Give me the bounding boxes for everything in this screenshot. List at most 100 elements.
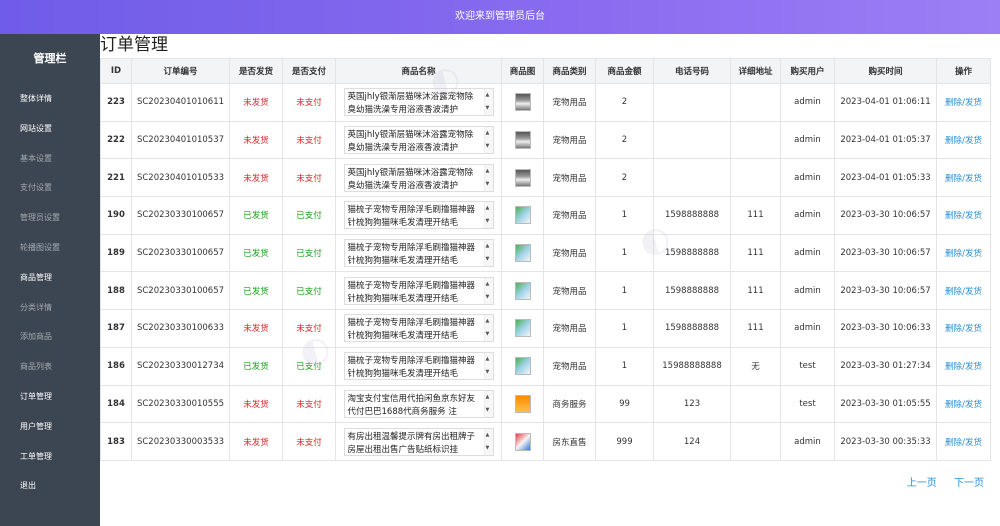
order-id: 222 xyxy=(100,120,132,160)
sidebar-item[interactable]: 支付设置 xyxy=(0,173,100,203)
top-header: 欢迎来到管理员后台 xyxy=(0,0,1000,34)
phone-number: 1598888888 xyxy=(653,271,731,311)
ship-link[interactable]: 发货 xyxy=(965,98,982,108)
product-category: 宠物用品 xyxy=(543,233,596,273)
table-header-row: ID 订单编号 是否发货 是否支付 商品名称 商品图 商品类别 商品金额 电话号码 详细地址 购买用… xyxy=(100,58,991,84)
product-category: 宠物用品 xyxy=(543,120,596,160)
order-id: 223 xyxy=(100,83,132,122)
delete-link[interactable]: 删除 xyxy=(945,136,962,146)
address xyxy=(730,422,781,461)
textarea-scrollbar[interactable] xyxy=(483,240,493,267)
product-category: 房东直售 xyxy=(543,422,596,461)
delete-link[interactable]: 删除 xyxy=(945,174,962,184)
column-header: 是否支付 xyxy=(282,58,336,84)
delete-link[interactable]: 删除 xyxy=(945,438,962,448)
ship-link[interactable]: 发货 xyxy=(965,136,982,146)
product-name-textarea[interactable]: 英国jhly银渐层猫咪沐浴露宠物除臭幼猫洗澡专用浴液香波清护 xyxy=(343,88,494,117)
textarea-scrollbar[interactable] xyxy=(483,202,493,229)
prev-page-link[interactable]: 上一页 xyxy=(907,478,937,489)
purchase-time: 2023-03-30 10:06:33 xyxy=(834,309,937,348)
sidebar-item[interactable]: 订单管理 xyxy=(0,382,100,412)
product-amount: 1 xyxy=(595,271,654,311)
ship-link[interactable]: 发货 xyxy=(965,438,982,448)
delete-link[interactable]: 删除 xyxy=(945,324,962,334)
order-number: SC20230401010537 xyxy=(131,120,230,160)
product-name-textarea[interactable]: 有房出租温馨提示牌有房出租牌子房屋出租出售广告贴纸标识挂 xyxy=(343,427,494,456)
phone-number: 123 xyxy=(653,384,731,424)
delete-link[interactable]: 删除 xyxy=(945,400,962,410)
sidebar-item[interactable]: 分类详情 xyxy=(0,293,100,323)
ship-link[interactable]: 发货 xyxy=(965,287,982,297)
ship-link[interactable]: 发货 xyxy=(965,362,982,372)
next-page-link[interactable]: 下一页 xyxy=(954,478,984,489)
product-category: 宠物用品 xyxy=(543,158,596,198)
ship-link[interactable]: 发货 xyxy=(965,400,982,410)
sidebar-item[interactable]: 退出 xyxy=(0,471,100,501)
sidebar: 管理栏 整体详情 网站设置 基本设置 支付设置 管理员设置 轮播图设置 商品管理 分类详情 添加… xyxy=(0,34,100,526)
shipped-status: 已发货 xyxy=(229,233,283,273)
column-header: 商品图 xyxy=(501,58,544,84)
sidebar-item[interactable]: 网站设置 xyxy=(0,114,100,144)
phone-number: 1598888888 xyxy=(653,196,731,235)
textarea-scrollbar[interactable] xyxy=(483,315,493,342)
order-number: SC20230330012734 xyxy=(131,346,230,386)
sidebar-item[interactable]: 商品列表 xyxy=(0,352,100,382)
textarea-scrollbar[interactable] xyxy=(483,277,493,304)
sidebar-item[interactable]: 用户管理 xyxy=(0,412,100,442)
sidebar-item[interactable]: 商品管理 xyxy=(0,263,100,293)
product-thumbnail-icon xyxy=(514,131,531,150)
textarea-scrollbar[interactable] xyxy=(483,127,493,154)
order-number: SC20230401010611 xyxy=(131,83,230,122)
buyer-user: admin xyxy=(780,422,835,461)
order-id: 189 xyxy=(100,233,132,273)
sidebar-item[interactable]: 轮播图设置 xyxy=(0,233,100,263)
delete-link[interactable]: 删除 xyxy=(945,249,962,259)
delete-link[interactable]: 删除 xyxy=(945,98,962,108)
sidebar-item[interactable]: 管理员设置 xyxy=(0,203,100,233)
product-category: 宠物用品 xyxy=(543,271,596,311)
delete-link[interactable]: 删除 xyxy=(945,211,962,221)
textarea-scrollbar[interactable] xyxy=(483,390,493,417)
delete-link[interactable]: 删除 xyxy=(945,287,962,297)
textarea-scrollbar[interactable] xyxy=(483,428,493,455)
product-name-textarea[interactable]: 猫梳子宠物专用除浮毛刷撸猫神器针梳狗狗猫咪毛发清理开结毛 xyxy=(343,201,494,230)
product-name-textarea[interactable]: 猫梳子宠物专用除浮毛刷撸猫神器针梳狗狗猫咪毛发清理开结毛 xyxy=(343,239,494,268)
product-thumbnail-icon xyxy=(514,319,531,338)
textarea-scrollbar[interactable] xyxy=(483,353,493,380)
sidebar-item[interactable]: 添加商品 xyxy=(0,322,100,352)
textarea-scrollbar[interactable] xyxy=(483,164,493,191)
textarea-scrollbar[interactable] xyxy=(483,89,493,116)
column-header: 是否发货 xyxy=(229,58,283,84)
product-name-textarea[interactable]: 猫梳子宠物专用除浮毛刷撸猫神器针梳狗狗猫咪毛发清理开结毛 xyxy=(343,276,494,305)
ship-link[interactable]: 发货 xyxy=(965,249,982,259)
order-number: SC20230330010555 xyxy=(131,384,230,424)
table-row: 223 SC20230401010611 未发货 未支付 英国jhly银渐层猫咪沐浴露宠… xyxy=(100,83,991,122)
sidebar-item[interactable]: 整体详情 xyxy=(0,84,100,114)
product-name-textarea[interactable]: 猫梳子宠物专用除浮毛刷撸猫神器针梳狗狗猫咪毛发清理开结毛 xyxy=(343,314,494,343)
product-name-cell: 猫梳子宠物专用除浮毛刷撸猫神器针梳狗狗猫咪毛发清理开结毛 xyxy=(335,271,502,311)
order-table-wrapper: ID 订单编号 是否发货 是否支付 商品名称 商品图 商品类别 商品金额 电话号码 详细地址 购买用… xyxy=(100,58,991,461)
product-name-textarea[interactable]: 淘宝支付宝信用代拍闲鱼京东好友代付巴巴1688代商务服务 注 xyxy=(343,389,494,418)
product-name-textarea[interactable]: 英国jhly银渐层猫咪沐浴露宠物除臭幼猫洗澡专用浴液香波清护 xyxy=(343,163,494,192)
shipped-status: 未发货 xyxy=(229,83,283,122)
column-header: 详细地址 xyxy=(730,58,781,84)
shipped-status: 未发货 xyxy=(229,384,283,424)
sidebar-item[interactable]: 工单管理 xyxy=(0,442,100,472)
ship-link[interactable]: 发货 xyxy=(965,211,982,221)
product-name: 猫梳子宠物专用除浮毛刷撸猫神器针梳狗狗猫咪毛发清理开结毛 xyxy=(347,243,476,267)
product-name-textarea[interactable]: 猫梳子宠物专用除浮毛刷撸猫神器针梳狗狗猫咪毛发清理开结毛 xyxy=(343,352,494,381)
ship-link[interactable]: 发货 xyxy=(965,324,982,334)
table-row: 222 SC20230401010537 未发货 未支付 英国jhly银渐层猫咪沐浴露宠… xyxy=(100,120,991,160)
product-name-textarea[interactable]: 英国jhly银渐层猫咪沐浴露宠物除臭幼猫洗澡专用浴液香波清护 xyxy=(343,126,494,155)
buyer-user: admin xyxy=(780,309,835,348)
product-amount: 2 xyxy=(595,83,654,122)
column-header: 商品金额 xyxy=(595,58,654,84)
ship-link[interactable]: 发货 xyxy=(965,174,982,184)
product-amount: 1 xyxy=(595,196,654,235)
delete-link[interactable]: 删除 xyxy=(945,362,962,372)
sidebar-item[interactable]: 基本设置 xyxy=(0,144,100,174)
product-name: 英国jhly银渐层猫咪沐浴露宠物除臭幼猫洗澡专用浴液香波清护 xyxy=(347,92,474,116)
product-name: 猫梳子宠物专用除浮毛刷撸猫神器针梳狗狗猫咪毛发清理开结毛 xyxy=(347,280,476,304)
address: 111 xyxy=(730,271,781,311)
product-thumbnail-icon xyxy=(514,394,531,413)
